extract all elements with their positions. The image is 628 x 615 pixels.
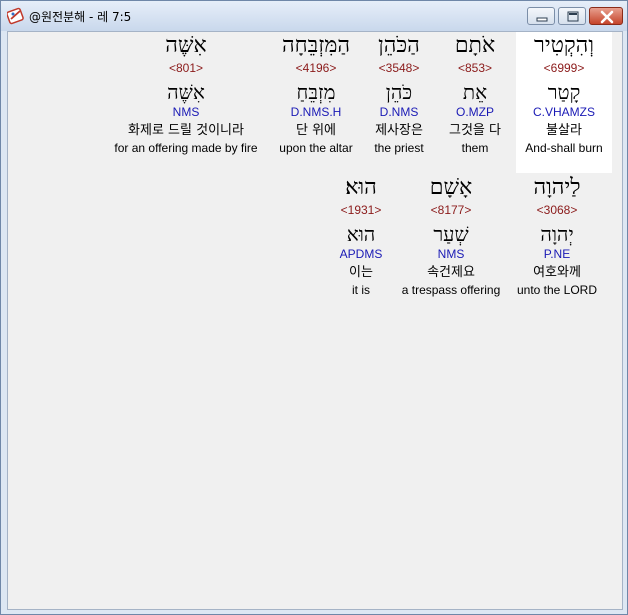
strong-number: <3068> bbox=[536, 203, 578, 217]
lemma-word: מִזְבֵּחַ bbox=[296, 80, 336, 104]
strong-number: <8177> bbox=[430, 203, 472, 217]
word-block-4[interactable]: הַמִּזְבֵּחָה <4196> מִזְבֵּחַ D.NMS.H 단… bbox=[266, 32, 366, 156]
korean-gloss: 불살라 bbox=[546, 123, 582, 138]
app-icon[interactable] bbox=[6, 7, 25, 25]
hebrew-word: אִשֶּׁה bbox=[165, 33, 207, 58]
morphology-code: NMS bbox=[437, 247, 465, 261]
hebrew-word: אָשָׁם bbox=[429, 175, 473, 200]
app-window: @원전분해 - 레 7:5 וְהִקְטִיר <6999> קָטַר C.… bbox=[0, 0, 628, 615]
strong-number: <4196> bbox=[295, 61, 337, 75]
korean-gloss: 화제로 드릴 것이니라 bbox=[128, 123, 244, 138]
maximize-button[interactable] bbox=[558, 7, 586, 25]
english-gloss: And-shall burn bbox=[525, 141, 603, 155]
morphology-code: P.NE bbox=[543, 247, 571, 261]
english-gloss: upon the altar bbox=[279, 141, 353, 155]
hebrew-word: וְהִקְטִיר bbox=[534, 33, 594, 58]
word-block-8[interactable]: הוּא׃ <1931> הוּא APDMS 이는 it is bbox=[311, 174, 411, 298]
word-block-7[interactable]: אָשָׁם <8177> שְׁעַר NMS 속건제요 a trespass… bbox=[394, 174, 508, 298]
strong-number: <6999> bbox=[543, 61, 585, 75]
minimize-icon bbox=[536, 17, 548, 22]
maximize-icon bbox=[567, 11, 579, 22]
lemma-word: אִשֶּׁה bbox=[167, 80, 205, 104]
english-gloss: it is bbox=[352, 283, 370, 297]
morphology-code: NMS bbox=[172, 105, 200, 119]
minimize-button[interactable] bbox=[527, 7, 555, 25]
lemma-word: הוּא bbox=[346, 222, 376, 246]
english-gloss: unto the LORD bbox=[516, 283, 598, 297]
strong-number: <1931> bbox=[340, 203, 382, 217]
hebrew-word: הוּא׃ bbox=[345, 175, 377, 200]
word-block-1[interactable]: וְהִקְטִיר <6999> קָטַר C.VHAMZS 불살라 And… bbox=[516, 32, 612, 173]
english-gloss: for an offering made by fire bbox=[114, 141, 258, 155]
title-bar[interactable]: @원전분해 - 레 7:5 bbox=[1, 1, 627, 31]
morphology-code: C.VHAMZS bbox=[532, 105, 595, 119]
close-button[interactable] bbox=[589, 7, 623, 25]
lemma-word: יְהוָה bbox=[540, 222, 574, 246]
korean-gloss: 이는 bbox=[349, 265, 373, 280]
close-icon bbox=[600, 10, 614, 24]
interlinear-view: וְהִקְטִיר <6999> קָטַר C.VHAMZS 불살라 And… bbox=[7, 31, 623, 610]
word-block-6[interactable]: לַיהוָה <3068> יְהוָה P.NE 여호와께 unto the… bbox=[507, 174, 607, 298]
morphology-code: D.NMS.H bbox=[290, 105, 342, 119]
word-block-5[interactable]: אִשֶּׁה <801> אִשֶּׁה NMS 화제로 드릴 것이니라 fo… bbox=[106, 32, 266, 156]
window-title: @원전분해 - 레 7:5 bbox=[29, 10, 132, 24]
korean-gloss: 여호와께 bbox=[533, 265, 581, 280]
hebrew-word: הַמִּזְבֵּחָה bbox=[281, 33, 351, 58]
korean-gloss: 속건제요 bbox=[427, 265, 475, 280]
morphology-code: APDMS bbox=[339, 247, 383, 261]
hebrew-word: לַיהוָה bbox=[533, 175, 581, 200]
english-gloss: a trespass offering bbox=[401, 283, 501, 297]
lemma-word: שְׁעַר bbox=[433, 222, 469, 246]
lemma-word: קָטַר bbox=[547, 80, 581, 104]
strong-number: <801> bbox=[168, 61, 204, 75]
korean-gloss: 단 위에 bbox=[295, 123, 336, 138]
